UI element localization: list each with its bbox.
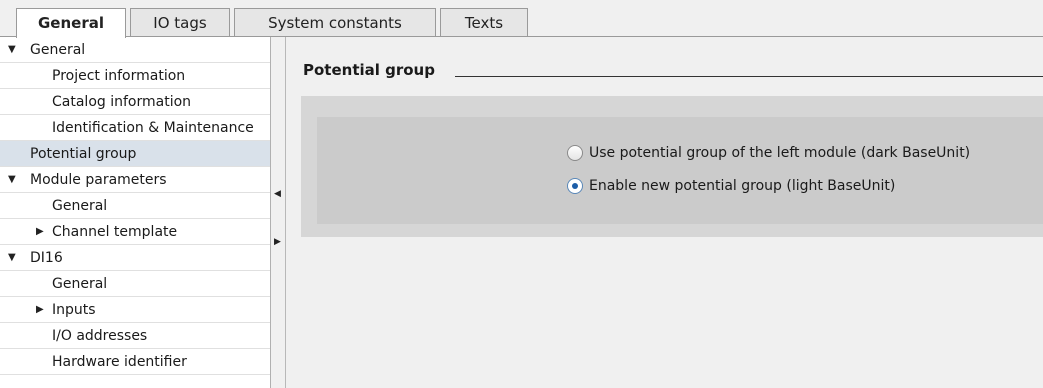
option-new-group[interactable]: Enable new potential group (light BaseUn…: [567, 176, 895, 196]
tree-item-module-parameters[interactable]: ▼ Module parameters: [0, 167, 270, 193]
tree-item-general[interactable]: ▼ General: [0, 37, 270, 63]
tree-item-label: Identification & Maintenance: [52, 120, 254, 136]
tree-item-di16-general[interactable]: General: [0, 271, 270, 297]
tree-item-label: DI16: [30, 250, 63, 266]
tree-item-catalog-information[interactable]: Catalog information: [0, 89, 270, 115]
tree-item-label: Potential group: [30, 146, 137, 162]
radio-unchecked-icon[interactable]: [567, 145, 583, 161]
tree-item-label: Project information: [52, 68, 186, 84]
tree-item-label: Catalog information: [52, 94, 192, 110]
option-label: Enable new potential group (light BaseUn…: [589, 178, 896, 194]
expanded-arrow-icon[interactable]: ▼: [8, 37, 16, 63]
tree-item-di16[interactable]: ▼ DI16: [0, 245, 270, 271]
collapsed-arrow-icon[interactable]: ▶: [36, 219, 44, 245]
collapsed-arrow-icon[interactable]: ▶: [36, 297, 44, 323]
tab-texts[interactable]: Texts: [440, 8, 528, 36]
expanded-arrow-icon[interactable]: ▼: [8, 245, 16, 271]
expanded-arrow-icon[interactable]: ▼: [8, 167, 16, 193]
collapse-left-icon[interactable]: ◀: [274, 189, 281, 199]
tree-item-module-general[interactable]: General: [0, 193, 270, 219]
panel-splitter[interactable]: ◀ ▶: [271, 37, 286, 388]
tree-item-label: I/O addresses: [52, 328, 148, 344]
tree-item-label: General: [52, 276, 108, 292]
tree-item-project-information[interactable]: Project information: [0, 63, 270, 89]
tree-item-label: Module parameters: [30, 172, 167, 188]
tree-item-hardware-identifier[interactable]: Hardware identifier: [0, 349, 270, 375]
tree-item-identification-maintenance[interactable]: Identification & Maintenance: [0, 115, 270, 141]
tree-item-label: Channel template: [52, 224, 178, 240]
tab-bar: General IO tags System constants Texts: [0, 0, 1043, 38]
tree-item-io-addresses[interactable]: I/O addresses: [0, 323, 270, 349]
radio-checked-icon[interactable]: [567, 178, 583, 194]
tree-item-inputs[interactable]: ▶ Inputs: [0, 297, 270, 323]
expand-right-icon[interactable]: ▶: [274, 237, 281, 247]
section-title: Potential group: [303, 61, 435, 79]
options-panel: Use potential group of the left module (…: [301, 96, 1043, 237]
tree-item-label: General: [52, 198, 108, 214]
option-left-module[interactable]: Use potential group of the left module (…: [567, 143, 970, 163]
tab-general[interactable]: General: [16, 8, 126, 38]
tree-item-potential-group[interactable]: Potential group: [0, 141, 270, 167]
tree-item-label: Hardware identifier: [52, 354, 187, 370]
tree-item-label: Inputs: [52, 302, 96, 318]
properties-content: Potential group Use potential group of t…: [287, 37, 1043, 388]
navigation-tree: ▼ General Project information Catalog in…: [0, 37, 271, 388]
section-divider: [455, 76, 1043, 77]
option-label: Use potential group of the left module (…: [589, 145, 971, 161]
options-group: Use potential group of the left module (…: [317, 117, 1043, 224]
tab-io-tags[interactable]: IO tags: [130, 8, 230, 36]
tree-item-label: General: [30, 42, 86, 58]
tab-system-constants[interactable]: System constants: [234, 8, 436, 36]
tree-item-channel-template[interactable]: ▶ Channel template: [0, 219, 270, 245]
